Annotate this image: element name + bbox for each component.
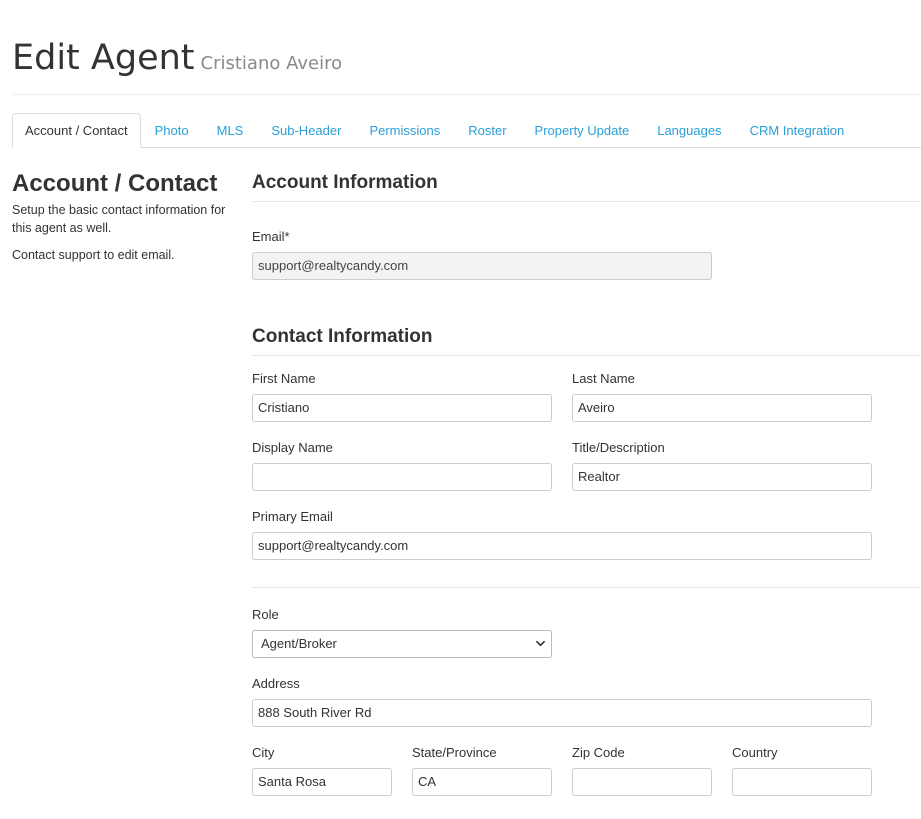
form-divider: [252, 587, 921, 588]
contact-section-title: Contact Information: [252, 326, 433, 347]
role-label: Role: [252, 607, 279, 622]
tab-property-update[interactable]: Property Update: [521, 114, 644, 147]
title-description-field[interactable]: Realtor: [572, 463, 872, 491]
tab-languages[interactable]: Languages: [643, 114, 735, 147]
primary-email-field[interactable]: support@realtycandy.com: [252, 532, 872, 560]
state-field[interactable]: CA: [412, 768, 552, 796]
address-field[interactable]: 888 South River Rd: [252, 699, 872, 727]
page-title: Edit Agent Cristiano Aveiro: [12, 38, 342, 78]
email-field[interactable]: support@realtycandy.com: [252, 252, 712, 280]
email-label: Email*: [252, 229, 290, 244]
sidebar-description-text: Setup the basic contact information for …: [12, 203, 226, 235]
tab-roster[interactable]: Roster: [454, 114, 520, 147]
display-name-label: Display Name: [252, 440, 333, 455]
tab-account-contact[interactable]: Account / Contact: [12, 113, 141, 148]
country-field[interactable]: [732, 768, 872, 796]
account-section: Account Information: [252, 168, 921, 202]
last-name-field[interactable]: Aveiro: [572, 394, 872, 422]
tab-mls[interactable]: MLS: [203, 114, 258, 147]
tab-permissions[interactable]: Permissions: [355, 114, 454, 147]
city-field[interactable]: Santa Rosa: [252, 768, 392, 796]
primary-email-label: Primary Email: [252, 509, 333, 524]
tab-sub-header[interactable]: Sub-Header: [257, 114, 355, 147]
contact-section: Contact Information: [252, 322, 921, 356]
first-name-field[interactable]: Cristiano: [252, 394, 552, 422]
address-label: Address: [252, 676, 300, 691]
page: Edit Agent Cristiano Aveiro Account / Con…: [0, 0, 921, 819]
chevron-down-icon: [536, 640, 545, 647]
sidebar-note: Contact support to edit email.: [12, 248, 175, 262]
display-name-field[interactable]: [252, 463, 552, 491]
sidebar-title: Account / Contact: [12, 170, 218, 197]
section-divider: [252, 201, 921, 202]
role-select[interactable]: Agent/Broker: [252, 630, 552, 658]
tab-photo[interactable]: Photo: [141, 114, 203, 147]
first-name-label: First Name: [252, 371, 316, 386]
page-title-text: Edit Agent: [12, 38, 195, 78]
role-select-value: Agent/Broker: [261, 636, 337, 651]
zip-code-field[interactable]: [572, 768, 712, 796]
zip-code-label: Zip Code: [572, 745, 625, 760]
state-label: State/Province: [412, 745, 497, 760]
title-description-label: Title/Description: [572, 440, 665, 455]
section-divider: [252, 355, 921, 356]
agent-name-subtitle: Cristiano Aveiro: [200, 53, 343, 74]
city-label: City: [252, 745, 275, 760]
tab-crm-integration[interactable]: CRM Integration: [736, 114, 859, 147]
last-name-label: Last Name: [572, 371, 635, 386]
country-label: Country: [732, 745, 778, 760]
account-section-title: Account Information: [252, 172, 438, 193]
tab-bar: Account / Contact Photo MLS Sub-Header P…: [12, 113, 921, 148]
sidebar-description: Account / Contact Setup the basic contac…: [12, 168, 232, 264]
title-divider: [12, 94, 921, 95]
